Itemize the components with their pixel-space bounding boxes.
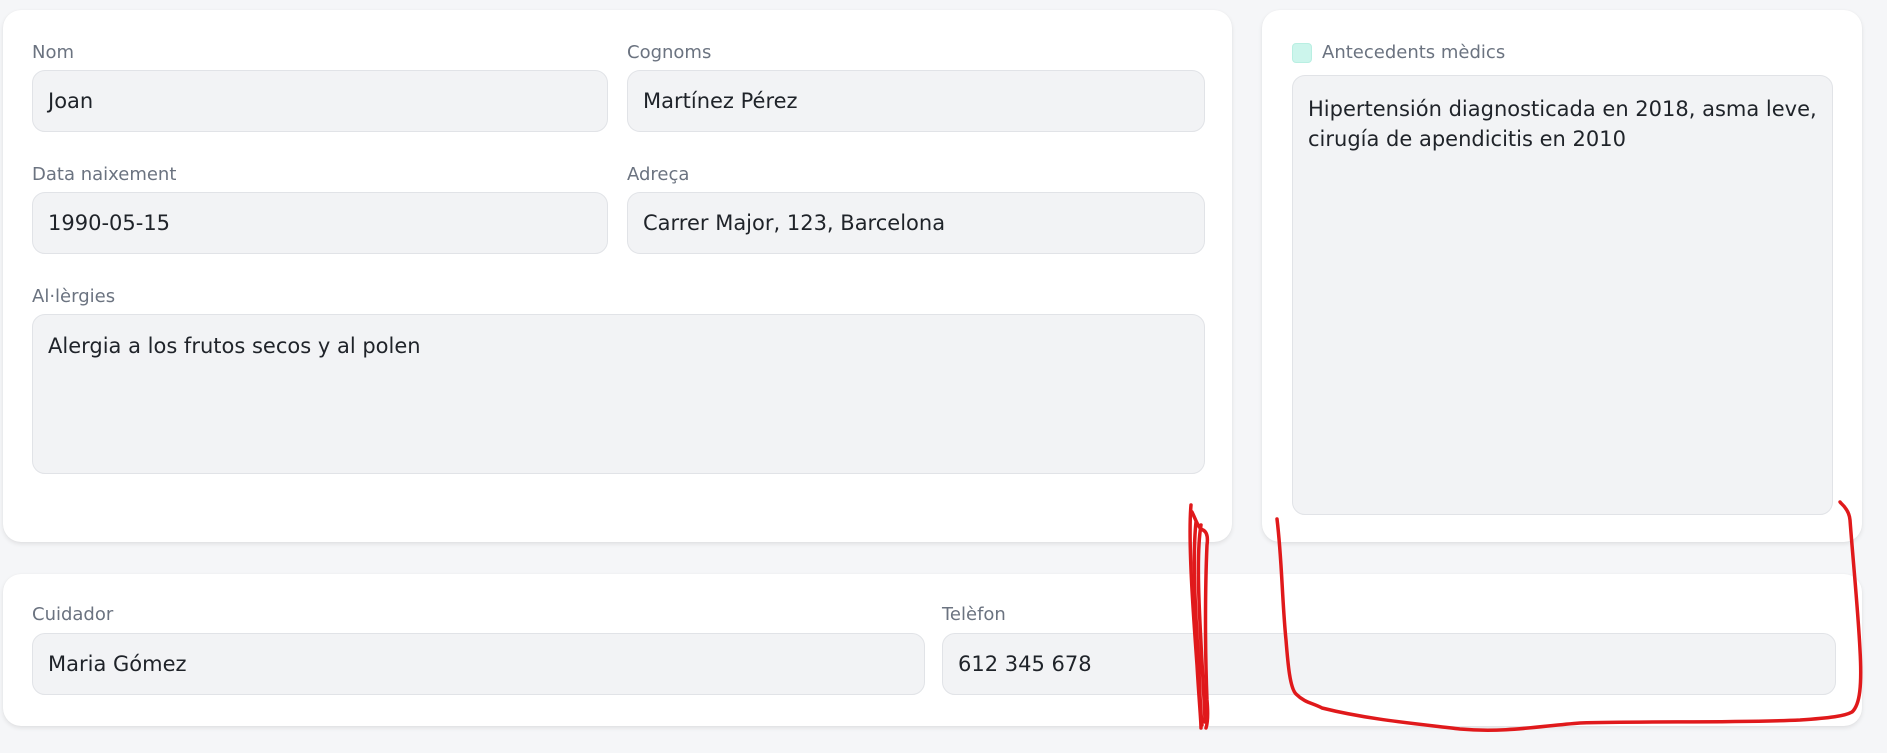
medical-history-textarea[interactable]: Hipertensión diagnosticada en 2018, asma… xyxy=(1292,75,1833,515)
address-input[interactable]: Carrer Major, 123, Barcelona xyxy=(627,192,1205,254)
phone-label: Telèfon xyxy=(942,604,1006,625)
first-name-label: Nom xyxy=(32,42,75,63)
medical-history-checkbox[interactable] xyxy=(1292,43,1312,63)
carer-card: Cuidador Maria Gómez Telèfon 612 345 678 xyxy=(3,574,1862,726)
carer-name-label: Cuidador xyxy=(32,604,114,625)
birth-date-input[interactable]: 1990-05-15 xyxy=(32,192,608,254)
allergies-text: Alergia a los frutos secos y al polen xyxy=(48,334,421,358)
medical-history-label: Antecedents mèdics xyxy=(1322,42,1506,63)
medical-history-text-line-1: Hipertensión diagnosticada en 2018, asma… xyxy=(1308,97,1817,121)
first-name-input[interactable]: Joan xyxy=(32,70,608,132)
patient-info-card: Nom Joan Cognoms Martínez Pérez Data nai… xyxy=(3,10,1232,542)
phone-input[interactable]: 612 345 678 xyxy=(942,633,1836,695)
address-label: Adreça xyxy=(627,164,690,185)
medical-history-card: Antecedents mèdics Hipertensión diagnost… xyxy=(1262,10,1862,542)
allergies-label: Al·lèrgies xyxy=(32,286,116,307)
birth-date-label: Data naixement xyxy=(32,164,177,185)
last-name-label: Cognoms xyxy=(627,42,712,63)
carer-name-input[interactable]: Maria Gómez xyxy=(32,633,925,695)
last-name-input[interactable]: Martínez Pérez xyxy=(627,70,1205,132)
medical-history-text-line-2: cirugía de apendicitis en 2010 xyxy=(1308,127,1626,151)
allergies-textarea[interactable]: Alergia a los frutos secos y al polen xyxy=(32,314,1205,474)
